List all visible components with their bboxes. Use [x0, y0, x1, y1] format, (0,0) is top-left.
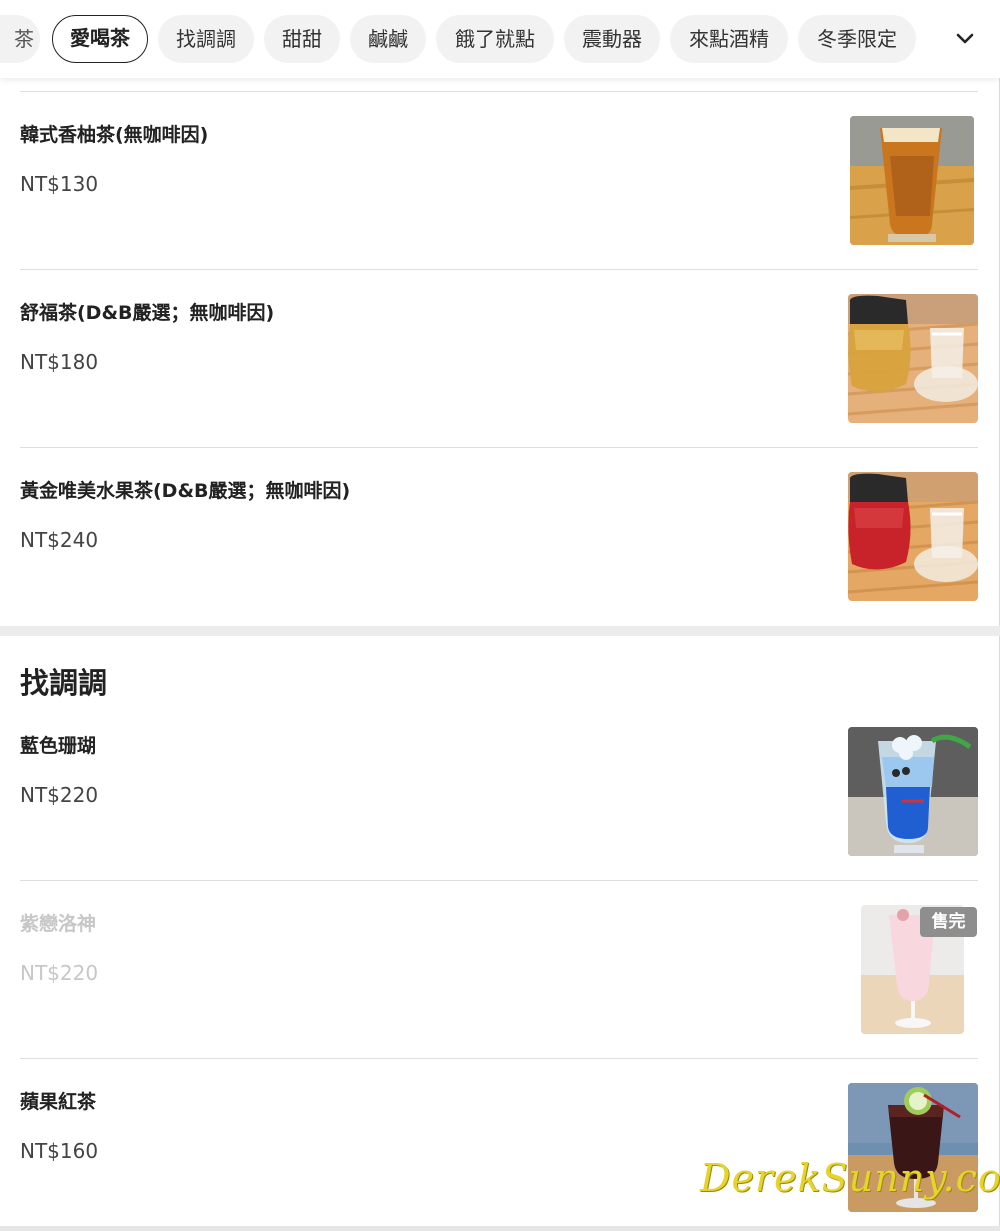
category-chip-active[interactable]: 愛喝茶: [52, 15, 148, 63]
item-name: 紫戀洛神: [20, 913, 97, 935]
category-chip[interactable]: 震動器: [564, 15, 660, 63]
menu-item-soldout[interactable]: 紫戀洛神 NT$220: [20, 881, 978, 1058]
item-name: 藍色珊瑚: [20, 735, 97, 757]
item-price: NT$160: [20, 1139, 99, 1163]
bottom-edge: [0, 1226, 1000, 1231]
category-chip[interactable]: 甜甜: [264, 15, 340, 63]
item-price: NT$220: [20, 961, 99, 985]
item-photo[interactable]: [848, 472, 978, 601]
menu-item[interactable]: 黃金唯美水果茶(D&B嚴選；無咖啡因) NT$240: [20, 448, 978, 625]
watermark: DerekSunny.com: [700, 1156, 1000, 1200]
item-name: 黃金唯美水果茶(D&B嚴選；無咖啡因): [20, 480, 351, 502]
item-price: NT$220: [20, 783, 99, 807]
soldout-badge: 售完: [920, 907, 977, 937]
item-photo[interactable]: [848, 294, 978, 423]
category-chip[interactable]: 餓了就點: [436, 15, 554, 63]
item-name: 舒福茶(D&B嚴選；無咖啡因): [20, 302, 275, 324]
chevron-down-icon[interactable]: [948, 22, 982, 56]
item-photo[interactable]: [848, 727, 978, 856]
item-price: NT$130: [20, 172, 99, 196]
menu-item[interactable]: 舒福茶(D&B嚴選；無咖啡因) NT$180: [20, 270, 978, 447]
section-separator: [0, 626, 1000, 636]
category-chip[interactable]: 找調調: [158, 15, 254, 63]
item-name: 蘋果紅茶: [20, 1091, 97, 1113]
menu-item[interactable]: 韓式香柚茶(無咖啡因) NT$130: [20, 92, 978, 269]
item-name: 韓式香柚茶(無咖啡因): [20, 124, 209, 146]
category-chip-partial[interactable]: 茶: [0, 15, 40, 63]
item-photo[interactable]: [850, 116, 974, 245]
menu-page: 茶 愛喝茶 找調調 甜甜 鹹鹹 餓了就點 震動器 來點酒精 冬季限定 韓式香柚茶…: [0, 0, 1000, 1231]
menu-item[interactable]: 蘋果紅茶 NT$160: [20, 1059, 978, 1226]
category-chip[interactable]: 鹹鹹: [350, 15, 426, 63]
item-price: NT$180: [20, 350, 99, 374]
menu-item[interactable]: 藍色珊瑚 NT$220: [20, 703, 978, 880]
category-chip[interactable]: 來點酒精: [670, 15, 788, 63]
category-chip[interactable]: 冬季限定: [798, 15, 916, 63]
category-nav: 茶 愛喝茶 找調調 甜甜 鹹鹹 餓了就點 震動器 來點酒精 冬季限定: [0, 0, 1000, 78]
section-title: 找調調: [20, 666, 108, 700]
item-price: NT$240: [20, 528, 99, 552]
